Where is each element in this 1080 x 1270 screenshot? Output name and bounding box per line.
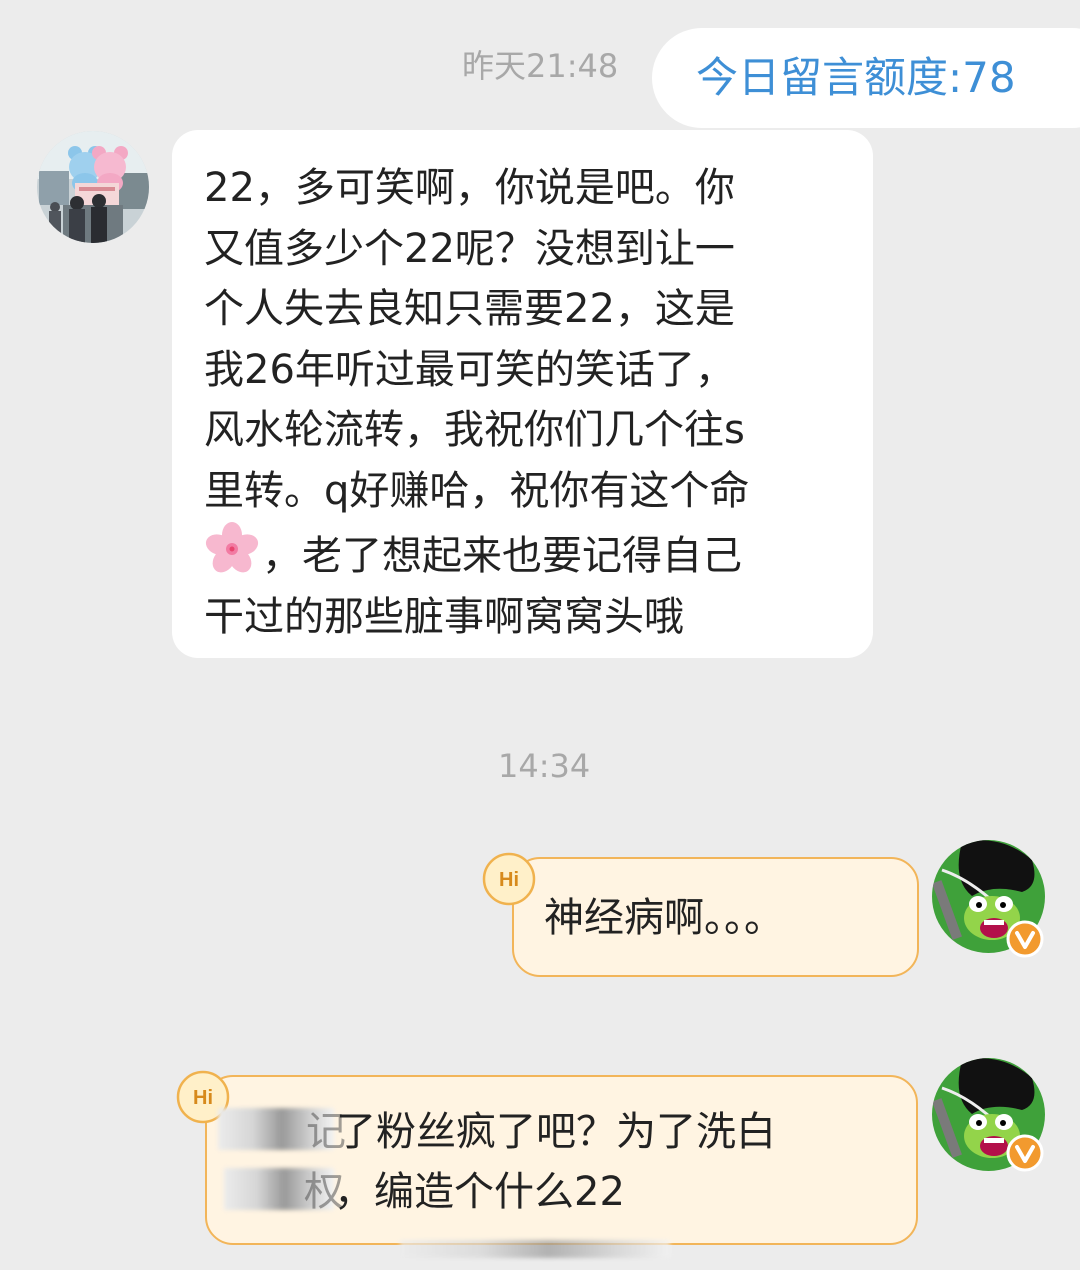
chat-screen: 昨天21:48 今日留言额度:78 22，多可笑啊，你说是吧。你 又值多少个22… [0, 0, 1080, 1270]
incoming-message-line: 里转。q好赚哈，祝你有这个命 [204, 467, 750, 514]
verified-badge-icon [1006, 920, 1044, 958]
message-quota-pill: 今日留言额度:78 [652, 28, 1080, 128]
outgoing-message-text: 了粉丝疯了吧？为了洗白 [336, 1109, 776, 1155]
timestamp-yesterday: 昨天21:48 [462, 47, 619, 85]
message-quota-label: 今日留言额度:78 [696, 53, 1016, 102]
incoming-message-line-with-emoji: ，老了想起来也要记得自己 [204, 521, 873, 587]
incoming-message-line: 风水轮流转，我祝你们几个往s [204, 407, 745, 453]
outgoing-message-text: 神经病啊。。。 [544, 895, 784, 941]
incoming-message-bubble[interactable]: 22，多可笑啊，你说是吧。你 又值多少个22呢？没想到让一 个人失去良知只需要2… [172, 130, 873, 658]
cherry-blossom-icon [205, 522, 259, 573]
outgoing-message-text: ，编造个什么22 [334, 1169, 625, 1215]
svg-text:Hi: Hi [499, 869, 519, 891]
incoming-message-line: 干过的那些脏事啊窝窝头哦 [204, 593, 684, 640]
verified-badge-icon [1006, 1134, 1044, 1172]
hi-badge-icon: Hi [482, 852, 536, 906]
incoming-message-line: 个人失去良知只需要22，这是 [204, 286, 735, 332]
svg-text:Hi: Hi [193, 1087, 213, 1109]
incoming-message-line: 我26年听过最可笑的笑话了， [204, 346, 735, 393]
timestamp-today: 14:34 [498, 747, 591, 785]
incoming-message-line: 22，多可笑啊，你说是吧。你 [204, 165, 735, 211]
incoming-message-line: ，老了想起来也要记得自己 [262, 533, 742, 579]
incoming-message-line: 又值多少个22呢？没想到让一 [204, 225, 735, 272]
sender-avatar[interactable] [37, 131, 149, 243]
redacted-strip [400, 1240, 670, 1258]
sender-avatar-image [37, 131, 149, 243]
